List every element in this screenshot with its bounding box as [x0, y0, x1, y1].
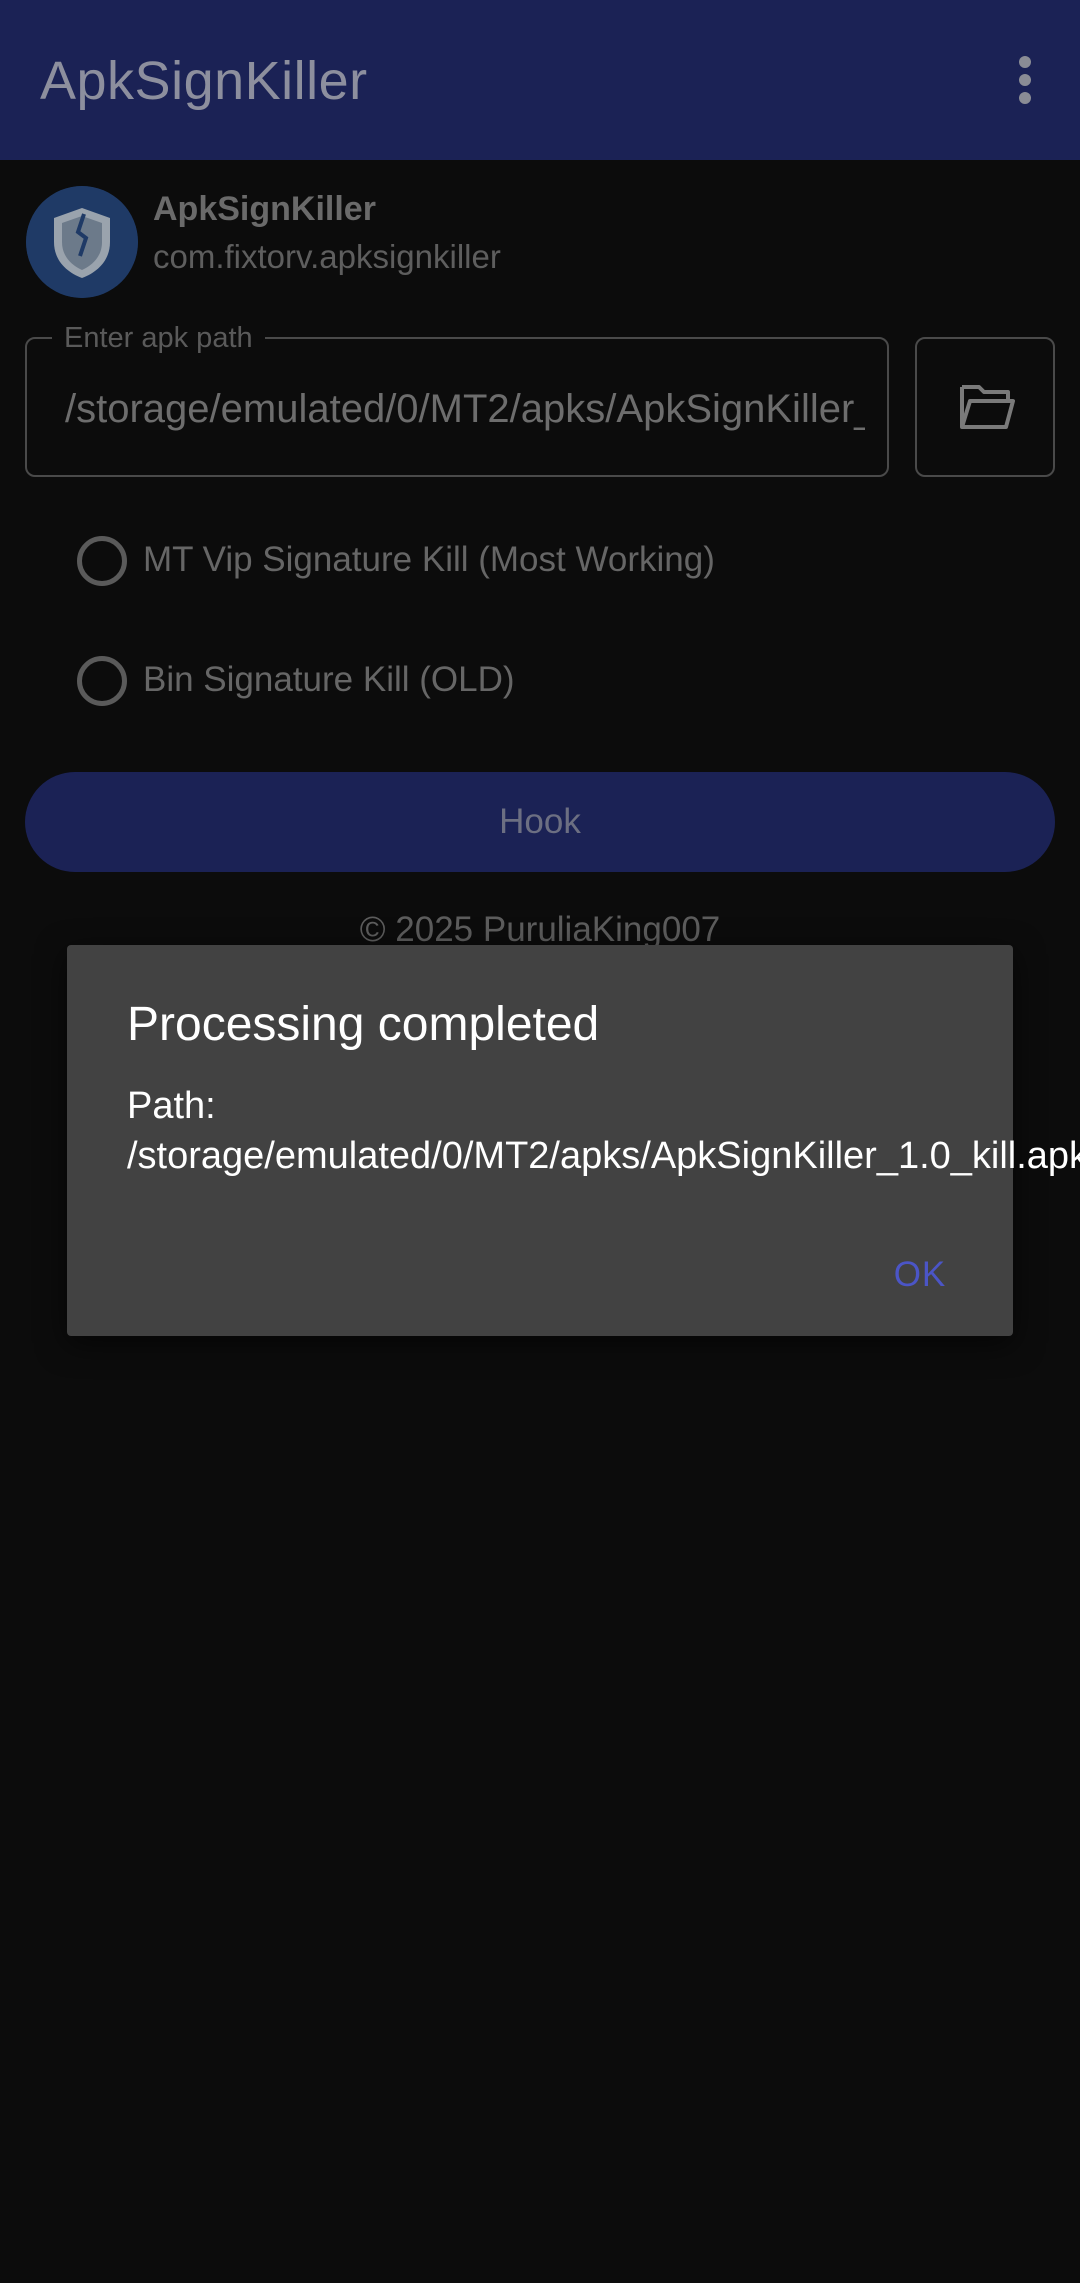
dialog-message: Path: /storage/emulated/0/MT2/apks/ApkSi…	[127, 1085, 1080, 1177]
hook-button[interactable]: Hook	[25, 772, 1055, 872]
radio-label: MT Vip Signature Kill (Most Working)	[143, 540, 715, 579]
radio-label: Bin Signature Kill (OLD)	[143, 660, 515, 699]
radio-button[interactable]	[77, 536, 127, 586]
dialog-title: Processing completed	[127, 998, 600, 1051]
apk-path-input[interactable]: /storage/emulated/0/MT2/apks/ApkSignKill…	[25, 337, 889, 477]
more-vert-icon[interactable]	[1000, 50, 1050, 110]
app-package: com.fixtorv.apksignkiller	[153, 238, 501, 275]
app-bar-title: ApkSignKiller	[40, 51, 368, 111]
apk-path-value[interactable]: /storage/emulated/0/MT2/apks/ApkSignKill…	[65, 387, 865, 432]
radio-bin-signature-kill[interactable]: Bin Signature Kill (OLD)	[75, 650, 975, 710]
ok-button[interactable]: OK	[865, 1245, 975, 1305]
browse-folder-button[interactable]	[915, 337, 1055, 477]
radio-button[interactable]	[77, 656, 127, 706]
app-name: ApkSignKiller	[153, 190, 376, 228]
processing-dialog: Processing completed Path: /storage/emul…	[67, 945, 1080, 1336]
app-bar: ApkSignKiller	[0, 0, 1080, 160]
copyright-text: © 2025 PuruliaKing007	[359, 910, 721, 949]
radio-mt-vip-signature-kill[interactable]: MT Vip Signature Kill (Most Working)	[75, 530, 975, 590]
screen: ApkSignKiller ApkSignKiller com.fixtorv.…	[0, 0, 1080, 2283]
folder-open-icon	[960, 385, 1015, 429]
broken-shield-icon	[26, 186, 138, 298]
apk-path-label: Enter apk path	[52, 322, 265, 355]
